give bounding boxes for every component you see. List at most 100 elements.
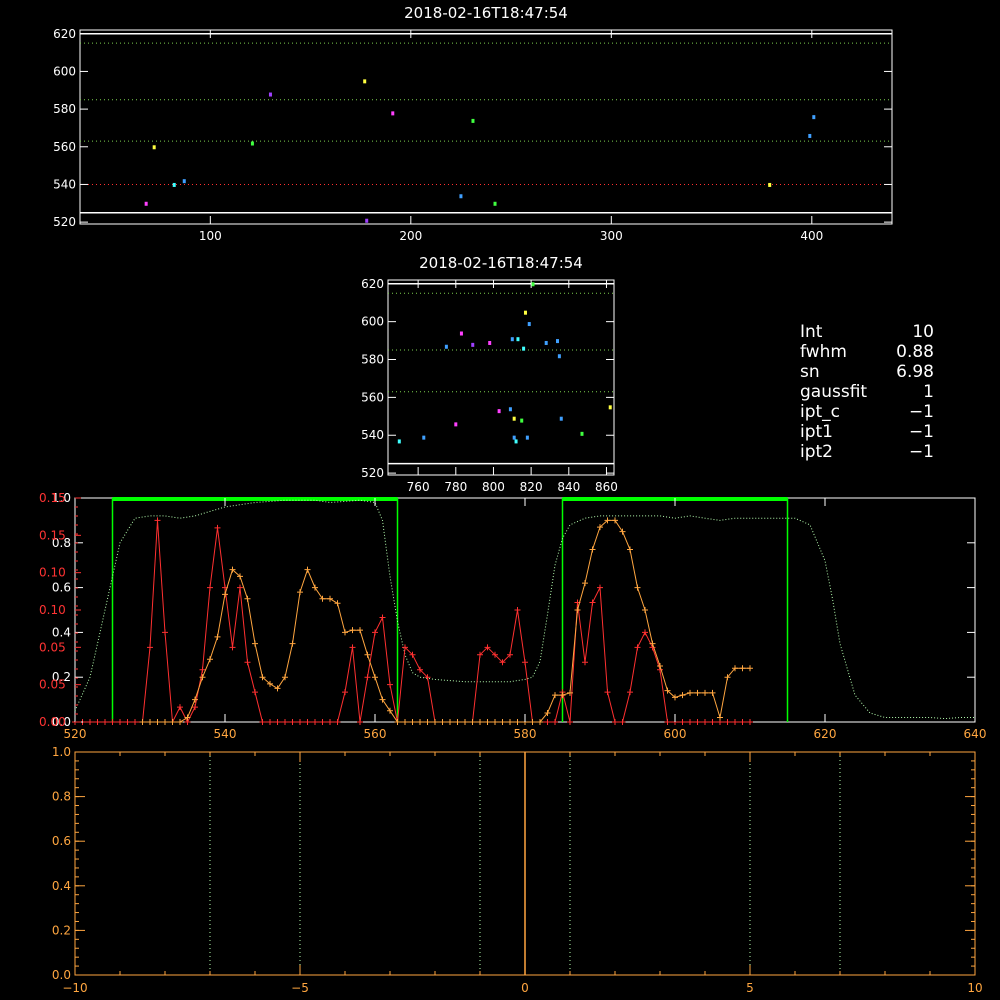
- spectrum-x-tick-label: 560: [364, 727, 387, 741]
- red-series-point: [154, 517, 161, 524]
- red-series-point: [237, 584, 243, 591]
- mid-y-tick-label: 560: [361, 390, 384, 404]
- mid-y-tick-label: 540: [361, 428, 384, 442]
- orange-series-point: [154, 719, 161, 725]
- spectrum-red-y-tick-label: 0.15: [39, 491, 66, 505]
- orange-series-point: [274, 685, 281, 692]
- bottom-y-tick-label: 0.2: [52, 923, 71, 937]
- bottom-y-tick-label: 0.6: [52, 834, 71, 848]
- mid-data-point: [508, 407, 512, 412]
- info-row-gaussfit: gaussfit 1: [800, 382, 934, 402]
- orange-series-point: [147, 719, 153, 725]
- red-series-point: [147, 644, 153, 651]
- top-data-point: [812, 115, 816, 120]
- mid-x-tick-label: 860: [595, 480, 618, 494]
- spectrum-red-y-tick-label: 0.05: [39, 678, 66, 692]
- red-series-point: [702, 719, 708, 725]
- orange-series-point: [334, 600, 341, 607]
- mid-data-point: [608, 405, 612, 410]
- orange-series-point: [169, 719, 176, 725]
- fit-info-panel: Int 10 fwhm 0.88 sn 6.98 gaussfit 1 ipt_c −1 …: [800, 322, 934, 462]
- top-y-tick-label: 620: [53, 27, 76, 41]
- mid-data-point: [557, 354, 561, 359]
- top-x-tick-label: 200: [399, 229, 422, 243]
- mid-x-tick-label: 780: [444, 480, 467, 494]
- mid-plot-frame: [387, 279, 615, 476]
- spectrum-red-y-tick-label: 0.15: [39, 528, 66, 542]
- mid-data-point: [444, 344, 448, 349]
- top-data-point: [493, 201, 497, 206]
- orange-series-point: [447, 719, 453, 725]
- red-series-point: [379, 614, 386, 621]
- orange-series-point: [642, 607, 648, 613]
- orange-series-point: [687, 689, 693, 696]
- top-chart-title: 2018-02-16T18:47:54: [404, 4, 568, 22]
- orange-series-point: [289, 640, 296, 647]
- orange-series-point: [357, 627, 363, 634]
- red-series-point: [94, 719, 101, 725]
- spectrum-x-tick-label: 600: [664, 727, 687, 741]
- red-series-point: [252, 689, 258, 696]
- bottom-x-tick-label: 0: [521, 981, 529, 995]
- orange-series-point: [364, 651, 371, 658]
- mid-data-point: [523, 310, 527, 315]
- mid-data-point: [522, 346, 526, 351]
- orange-series-point: [432, 719, 438, 725]
- top-plot-frame: [79, 29, 893, 225]
- mid-data-point: [544, 340, 548, 345]
- top-data-point: [172, 182, 176, 187]
- bottom-x-tick-label: −5: [291, 981, 309, 995]
- orange-series-point: [589, 546, 596, 553]
- top-data-point: [152, 145, 156, 150]
- orange-series-point: [304, 566, 311, 573]
- red-series-point: [544, 719, 551, 725]
- red-series-point: [274, 719, 281, 725]
- mid-data-point: [556, 339, 559, 344]
- mid-data-point: [422, 435, 426, 440]
- red-series-point: [109, 719, 116, 725]
- spectrum-y-tick-label: 0.6: [52, 581, 71, 595]
- red-series-point: [619, 719, 626, 725]
- top-data-point: [182, 179, 186, 184]
- mid-data-point: [397, 439, 401, 444]
- top-y-tick-label: 520: [53, 215, 76, 229]
- spectrum-y-tick-label: 0.4: [52, 625, 71, 639]
- red-series-point: [229, 644, 236, 651]
- mid-data-point: [520, 418, 524, 423]
- info-key: ipt_c: [800, 402, 841, 422]
- orange-series-point: [514, 719, 521, 725]
- orange-series-point: [559, 692, 566, 699]
- top-x-tick-label: 100: [199, 229, 222, 243]
- orange-series-point: [477, 719, 483, 725]
- red-series-point: [664, 719, 671, 725]
- info-value: 6.98: [896, 362, 934, 382]
- bottom-x-tick-label: −10: [62, 981, 87, 995]
- orange-series-point: [207, 656, 213, 663]
- orange-series-point: [507, 719, 513, 725]
- mid-y-tick-label: 620: [361, 277, 384, 291]
- orange-series-point: [319, 595, 326, 602]
- orange-series-point: [702, 689, 708, 696]
- orange-series-line: [142, 519, 750, 723]
- orange-series-point: [619, 528, 626, 535]
- info-value: 0.88: [896, 342, 934, 362]
- spectrum-x-tick-label: 640: [964, 727, 987, 741]
- red-series-point: [679, 719, 686, 725]
- red-series-point: [207, 584, 213, 591]
- top-data-point: [459, 194, 463, 199]
- plot-stage: 2018-02-16T18:47:54520540560580600620100…: [39, 4, 987, 995]
- orange-series-point: [627, 546, 633, 553]
- orange-series-point: [739, 665, 746, 672]
- mid-x-tick-label: 800: [482, 480, 505, 494]
- red-series-point: [552, 719, 558, 725]
- mid-data-point: [510, 337, 514, 342]
- top-y-tick-label: 600: [53, 64, 76, 78]
- top-data-point: [268, 92, 272, 97]
- orange-series-point: [244, 595, 251, 602]
- mid-y-tick-label: 520: [361, 466, 384, 480]
- bottom-x-tick-label: 10: [967, 981, 982, 995]
- mid-x-tick-label: 760: [407, 480, 430, 494]
- info-value: −1: [908, 402, 934, 422]
- info-row-ipt1: ipt1 −1: [800, 422, 934, 442]
- info-key: sn: [800, 362, 820, 382]
